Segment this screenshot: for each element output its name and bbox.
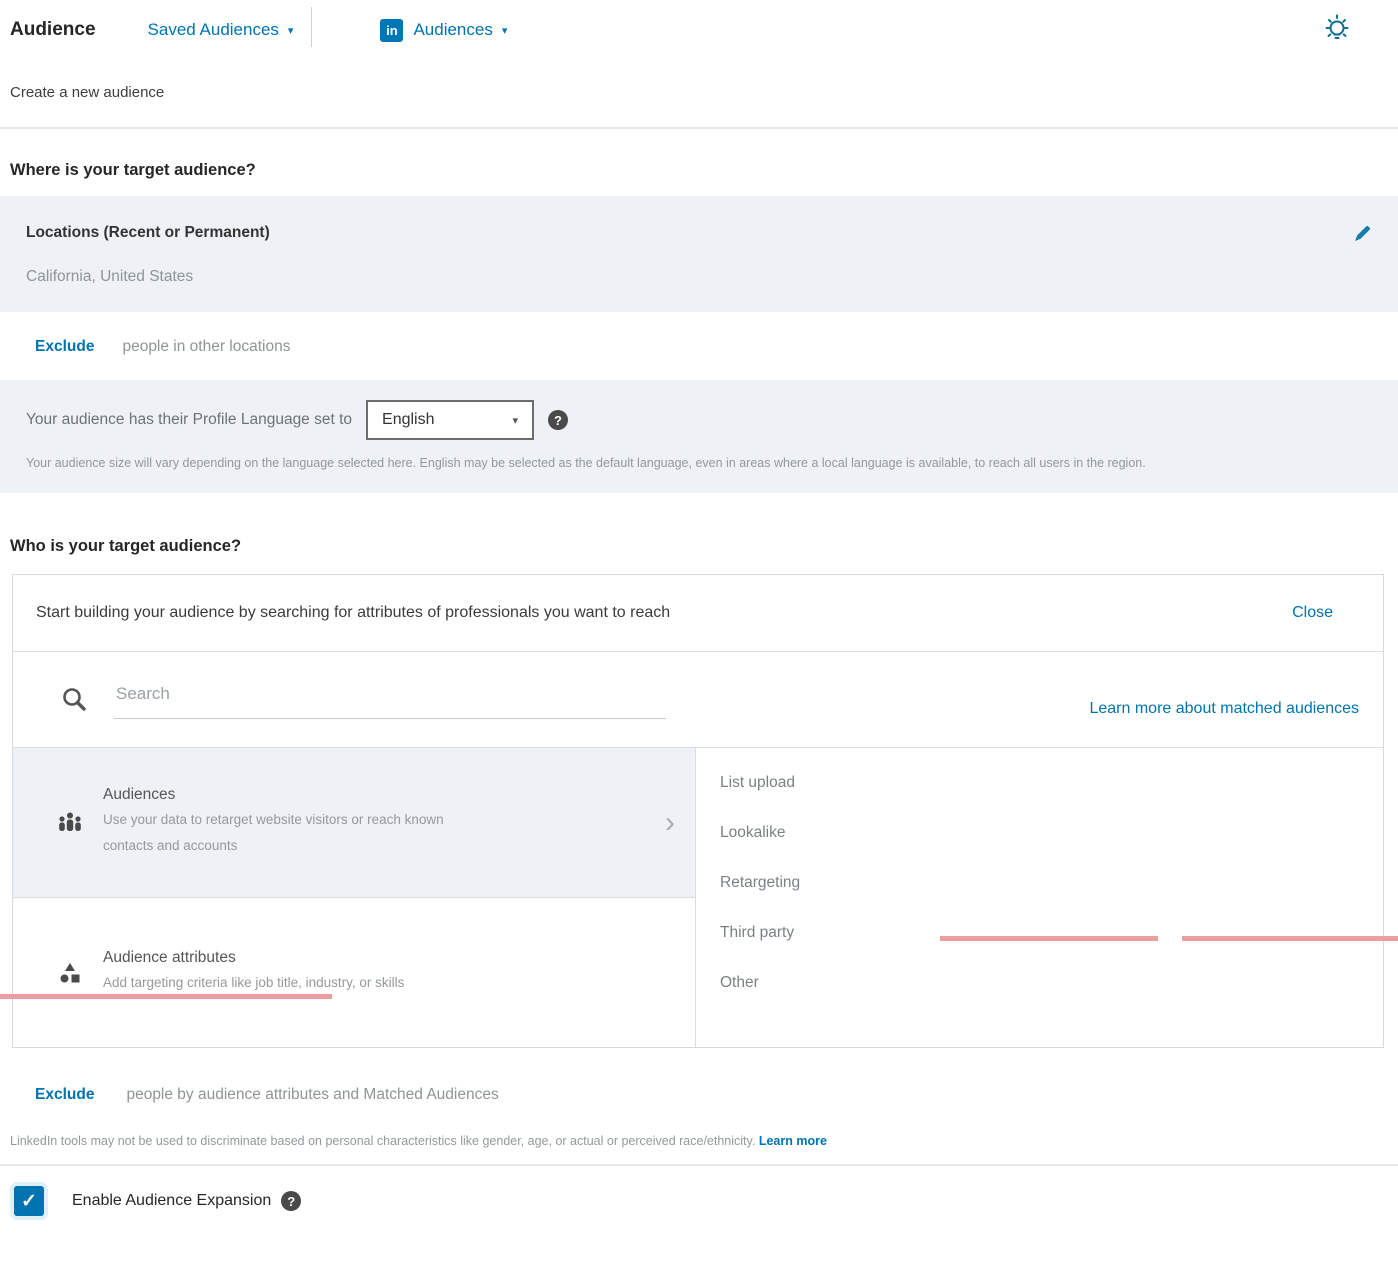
locations-panel: Locations (Recent or Permanent) Californ… [0, 196, 1398, 312]
top-bar: Audience Saved Audiences ▾ in Audiences … [0, 0, 1398, 48]
audiences-submenu: List upload Lookalike Retargeting Third … [696, 748, 1383, 1047]
location-section-heading: Where is your target audience? [10, 161, 1398, 180]
submenu-item-third-party[interactable]: Third party [720, 908, 1383, 958]
people-group-icon [55, 808, 89, 838]
learn-more-link[interactable]: Learn more [759, 1134, 827, 1148]
exclude-locations-button[interactable]: Exclude [35, 338, 94, 356]
menu-item-audiences[interactable]: Audiences Use your data to retarget webs… [13, 748, 695, 898]
menu-item-audience-attributes[interactable]: Audience attributes Add targeting criter… [13, 898, 695, 1047]
search-input[interactable] [114, 680, 666, 719]
learn-more-matched-audiences-link[interactable]: Learn more about matched audiences [1089, 682, 1359, 718]
annotation-line [1182, 936, 1398, 941]
saved-audiences-dropdown[interactable]: Saved Audiences ▾ [148, 20, 294, 40]
chevron-down-icon: ▾ [513, 414, 519, 427]
exclude-attributes-text: people by audience attributes and Matche… [126, 1086, 498, 1104]
linkedin-icon: in [380, 19, 403, 42]
submenu-item-other[interactable]: Other [720, 958, 1383, 1008]
exclude-locations-row: Exclude people in other locations [35, 338, 1398, 356]
exclude-attributes-row: Exclude people by audience attributes an… [35, 1086, 1398, 1104]
page-title: Audience [10, 19, 96, 41]
exclude-locations-text: people in other locations [122, 338, 290, 356]
submenu-item-list-upload[interactable]: List upload [720, 758, 1383, 808]
targeting-section-heading: Who is your target audience? [10, 537, 1398, 556]
annotation-line [0, 994, 332, 999]
builder-intro-text: Start building your audience by searchin… [36, 604, 670, 622]
menu-item-description: Use your data to retarget website visito… [103, 807, 448, 858]
menu-item-title: Audiences [103, 786, 665, 804]
audience-expansion-label: Enable Audience Expansion [72, 1192, 271, 1210]
language-note: Your audience size will vary depending o… [26, 452, 1356, 475]
divider [311, 7, 312, 47]
help-icon[interactable]: ? [548, 410, 568, 430]
chevron-down-icon: ▾ [502, 24, 508, 37]
linkedin-audiences-label: Audiences [413, 20, 492, 40]
help-icon[interactable]: ? [281, 1191, 301, 1211]
divider [0, 1164, 1398, 1166]
annotation-line [940, 936, 1158, 941]
menu-item-description: Add targeting criteria like job title, i… [103, 970, 448, 996]
audience-builder-panel: Start building your audience by searchin… [12, 574, 1384, 1048]
saved-audiences-label: Saved Audiences [148, 20, 279, 40]
submenu-item-lookalike[interactable]: Lookalike [720, 808, 1383, 858]
disclaimer-text: LinkedIn tools may not be used to discri… [10, 1134, 755, 1148]
selected-language: English [382, 411, 434, 429]
exclude-attributes-button[interactable]: Exclude [35, 1086, 94, 1104]
language-panel: Your audience has their Profile Language… [0, 380, 1398, 493]
locations-value: California, United States [26, 268, 1372, 286]
edit-pencil-icon[interactable] [1352, 224, 1372, 244]
attribute-menu: Audiences Use your data to retarget webs… [13, 748, 696, 1047]
profile-language-select[interactable]: English ▾ [366, 400, 534, 440]
discrimination-disclaimer: LinkedIn tools may not be used to discri… [10, 1134, 1398, 1148]
divider [0, 127, 1398, 129]
language-label: Your audience has their Profile Language… [26, 411, 352, 429]
chevron-down-icon: ▾ [288, 24, 294, 37]
audience-expansion-row: ✓ Enable Audience Expansion ? [14, 1186, 1398, 1216]
audience-expansion-checkbox[interactable]: ✓ [14, 1186, 44, 1216]
search-icon [61, 686, 88, 713]
create-audience-subtitle: Create a new audience [10, 84, 1398, 101]
submenu-item-retargeting[interactable]: Retargeting [720, 858, 1383, 908]
chevron-right-icon: › [665, 806, 675, 840]
lightbulb-icon[interactable] [1320, 13, 1354, 47]
locations-label: Locations (Recent or Permanent) [26, 224, 270, 242]
close-button[interactable]: Close [1292, 604, 1333, 622]
shapes-icon [55, 958, 89, 988]
linkedin-audiences-dropdown[interactable]: Audiences ▾ [413, 20, 507, 40]
menu-item-title: Audience attributes [103, 949, 677, 967]
